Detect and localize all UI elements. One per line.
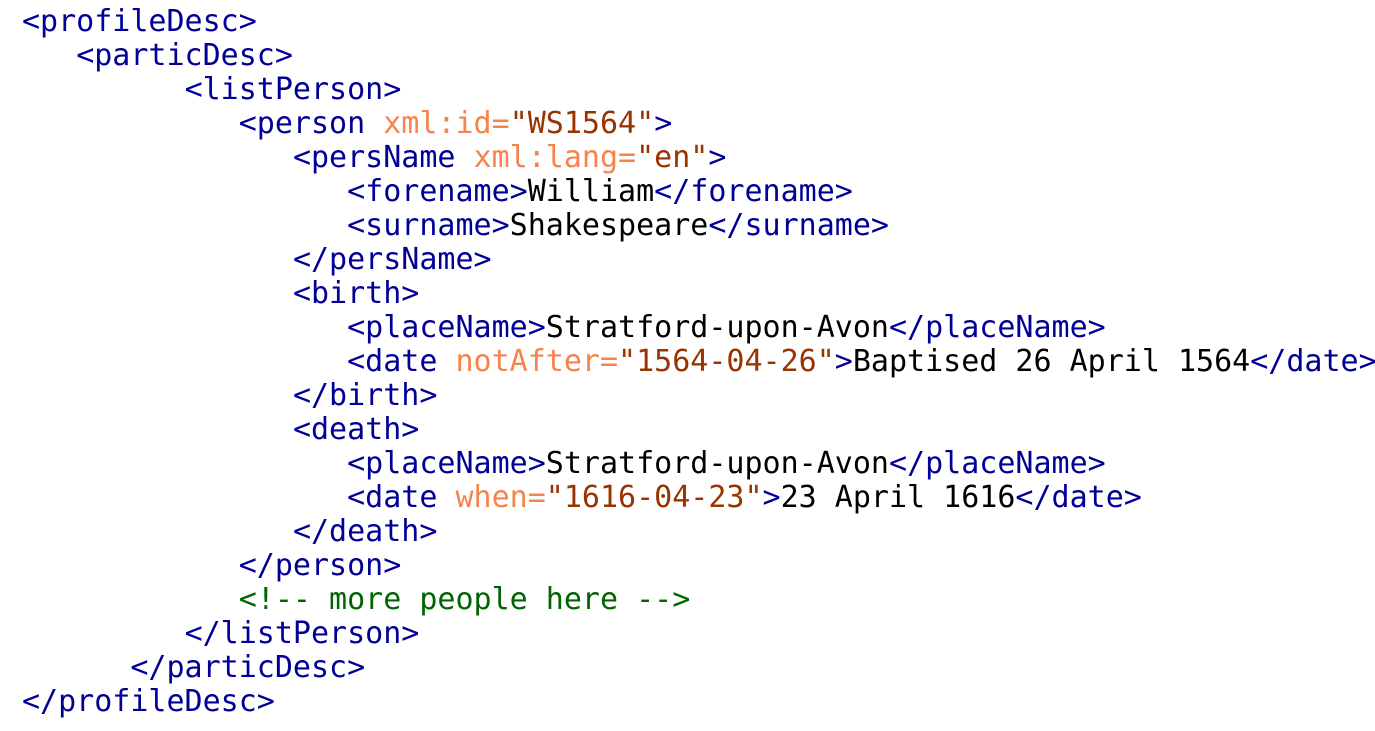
xml-attribute-name: when=	[455, 480, 546, 515]
xml-tag: <placeName>	[347, 310, 546, 345]
xml-tag: </person>	[238, 548, 402, 583]
xml-tag: >	[708, 140, 727, 175]
code-line: <placeName>Stratford-upon-Avon</placeNam…	[22, 447, 1375, 481]
xml-tag: <date	[347, 480, 456, 515]
xml-tag: </birth>	[292, 378, 438, 413]
xml-tag: <listPerson>	[184, 72, 402, 107]
code-line: <birth>	[22, 277, 1375, 311]
code-line: <surname>Shakespeare</surname>	[22, 209, 1375, 243]
xml-tag: <birth>	[292, 276, 420, 311]
code-line: </profileDesc>	[22, 685, 1375, 719]
xml-tag: </placeName>	[888, 446, 1106, 481]
xml-attribute-value: "1616-04-23"	[545, 480, 763, 515]
xml-tag: <placeName>	[347, 446, 546, 481]
code-line: <particDesc>	[22, 39, 1375, 73]
code-line: </persName>	[22, 243, 1375, 277]
xml-attribute-value: "WS1564"	[509, 106, 655, 141]
code-line: </particDesc>	[22, 651, 1375, 685]
xml-attribute-name: notAfter=	[455, 344, 619, 379]
code-line: <date notAfter="1564-04-26">Baptised 26 …	[22, 345, 1375, 379]
xml-tag: </surname>	[708, 208, 889, 243]
code-line: <listPerson>	[22, 73, 1375, 107]
code-line: <profileDesc>	[22, 5, 1375, 39]
code-line: <persName xml:lang="en">	[22, 141, 1375, 175]
xml-tag: <death>	[292, 412, 420, 447]
code-line: </person>	[22, 549, 1375, 583]
code-line: </birth>	[22, 379, 1375, 413]
xml-comment: <!-- more people here -->	[238, 582, 691, 617]
xml-tag: <particDesc>	[76, 38, 293, 73]
xml-code-block: <profileDesc> <particDesc> <listPerson> …	[22, 5, 1375, 719]
xml-tag: >	[654, 106, 673, 141]
xml-text-content: Stratford-upon-Avon	[545, 446, 889, 481]
xml-tag: </listPerson>	[184, 616, 420, 651]
code-line: <forename>William</forename>	[22, 175, 1375, 209]
xml-text-content: William	[527, 174, 655, 209]
xml-tag: </forename>	[654, 174, 853, 209]
xml-tag: </death>	[292, 514, 438, 549]
code-line: <!-- more people here -->	[22, 583, 1375, 617]
xml-text-content: Shakespeare	[509, 208, 709, 243]
xml-attribute-name: xml:lang=	[473, 140, 637, 175]
code-line: <death>	[22, 413, 1375, 447]
xml-tag: </date>	[1015, 480, 1142, 515]
code-line: </listPerson>	[22, 617, 1375, 651]
xml-tag: <person	[238, 106, 384, 141]
code-line: <person xml:id="WS1564">	[22, 107, 1375, 141]
xml-tag: </date>	[1250, 344, 1375, 379]
xml-tag: </persName>	[292, 242, 492, 277]
code-line: </death>	[22, 515, 1375, 549]
xml-tag: </placeName>	[888, 310, 1106, 345]
xml-tag: >	[834, 344, 853, 379]
xml-tag: <profileDesc>	[22, 4, 257, 39]
xml-tag: </particDesc>	[130, 650, 366, 685]
xml-text-content: Baptised 26 April 1564	[852, 344, 1251, 379]
xml-tag: <surname>	[347, 208, 510, 243]
code-line: <date when="1616-04-23">23 April 1616</d…	[22, 481, 1375, 515]
xml-tag: <persName	[292, 140, 474, 175]
xml-attribute-value: "en"	[636, 140, 709, 175]
xml-tag: <date	[347, 344, 456, 379]
xml-text-content: 23 April 1616	[780, 480, 1016, 515]
xml-tag: <forename>	[347, 174, 528, 209]
xml-tag: >	[762, 480, 781, 515]
xml-attribute-name: xml:id=	[383, 106, 510, 141]
xml-tag: </profileDesc>	[22, 684, 275, 719]
code-line: <placeName>Stratford-upon-Avon</placeNam…	[22, 311, 1375, 345]
xml-attribute-value: "1564-04-26"	[618, 344, 835, 379]
xml-text-content: Stratford-upon-Avon	[545, 310, 889, 345]
